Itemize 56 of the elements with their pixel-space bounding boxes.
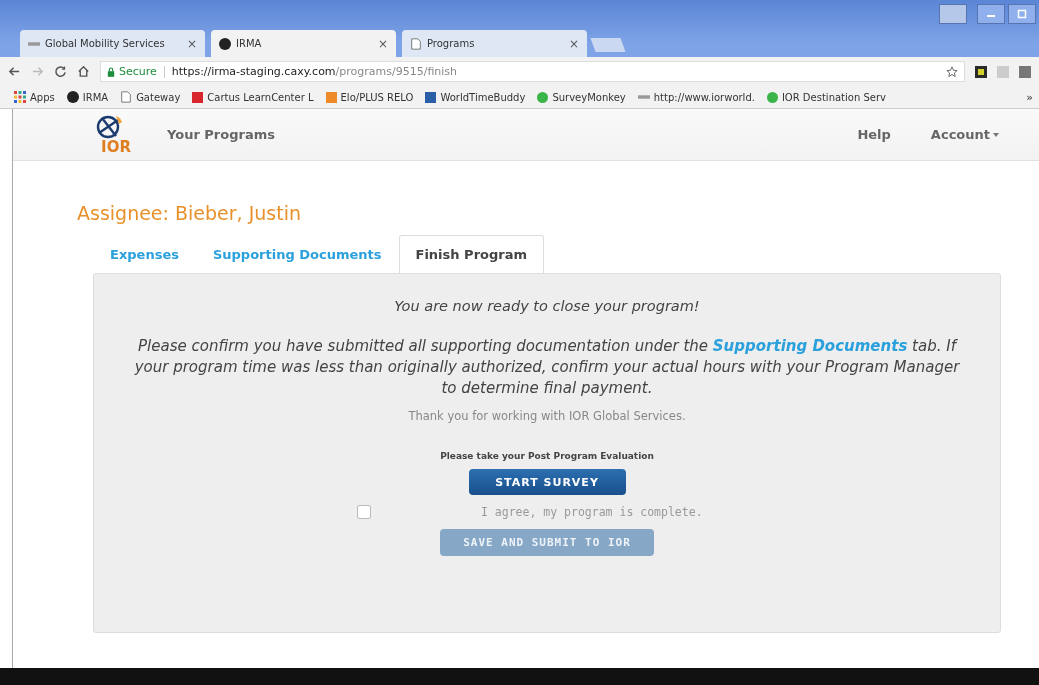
bookmark[interactable]: http://www.iorworld.: [637, 91, 755, 103]
nav-link[interactable]: Your Programs: [167, 127, 275, 142]
confirm-message: Please confirm you have submitted all supporting documentation under the Supporting Documents tab. If your program time was less than originally authorized, confirm your actual hours with your Program Manager to determine final payment.: [133, 336, 961, 399]
more-bookmarks-button[interactable]: »: [1026, 90, 1033, 104]
back-icon[interactable]: [8, 65, 21, 78]
minimize-button[interactable]: [977, 4, 1005, 24]
user-icon[interactable]: [939, 4, 967, 24]
agree-label: I agree, my program is complete.: [481, 505, 703, 519]
favicon-icon: [537, 91, 549, 103]
page-icon: [410, 37, 422, 50]
bookmark[interactable]: Cartus LearnCenter L: [192, 91, 314, 103]
bookmark[interactable]: SurveyMonkey: [537, 91, 626, 103]
maximize-icon: [1017, 9, 1027, 19]
tab-title: IRMA: [236, 38, 263, 49]
thanks-text: Thank you for working with IOR Global Services.: [408, 409, 686, 423]
agree-checkbox[interactable]: [357, 505, 371, 519]
start-survey-button[interactable]: START SURVEY: [468, 469, 626, 495]
star-icon[interactable]: [946, 65, 958, 78]
bookmark[interactable]: WorldTimeBuddy: [425, 91, 526, 103]
ready-message: You are now ready to close your program!: [394, 298, 700, 314]
favicon-icon: [425, 91, 437, 103]
close-tab-button[interactable]: ×: [568, 36, 579, 51]
favicon-icon: [192, 91, 204, 103]
favicon-icon: [325, 91, 337, 103]
tab[interactable]: Finish Program: [398, 235, 544, 273]
browser-tab[interactable]: Global Mobility Services ×: [20, 30, 205, 57]
favicon-icon: [219, 37, 231, 50]
favicon-icon: [66, 91, 79, 103]
page-icon: [120, 91, 133, 103]
close-tab-button[interactable]: ×: [186, 36, 197, 51]
bookmark[interactable]: Elo/PLUS RELO: [325, 91, 414, 103]
bookmark[interactable]: IOR Destination Serv: [766, 91, 886, 103]
nav-link[interactable]: Account: [930, 127, 999, 142]
browser-tab[interactable]: IRMA ×: [211, 30, 396, 57]
nav-link[interactable]: Help: [857, 127, 891, 142]
apps-icon: [14, 91, 26, 103]
bookmark[interactable]: Gateway: [120, 91, 181, 103]
lock-icon: [107, 66, 115, 77]
tab-title: Global Mobility Services: [45, 38, 166, 49]
logo-text: IOR: [101, 140, 131, 155]
favicon-icon: [766, 91, 778, 103]
survey-prompt: Please take your Post Program Evaluation: [440, 451, 654, 461]
browser-tab[interactable]: Programs ×: [402, 30, 587, 57]
reload-icon[interactable]: [54, 65, 67, 78]
extension-icon[interactable]: [975, 65, 987, 78]
home-icon[interactable]: [77, 65, 90, 78]
bookmark[interactable]: IRMA: [66, 91, 109, 103]
bookmark[interactable]: Apps: [14, 91, 55, 103]
close-tab-button[interactable]: ×: [377, 36, 388, 51]
tab-title: Programs: [427, 38, 476, 49]
url-path: /programs/9515/finish: [335, 65, 458, 78]
maximize-button[interactable]: [1008, 4, 1036, 24]
address-bar[interactable]: Secure https://irma-staging.caxy.com/programs/9515/finish: [100, 61, 965, 82]
url-host: https://irma-staging.caxy.com: [171, 65, 336, 78]
secure-label: Secure: [119, 65, 157, 78]
assignee-heading: Assignee: Bieber, Justin: [77, 202, 302, 224]
